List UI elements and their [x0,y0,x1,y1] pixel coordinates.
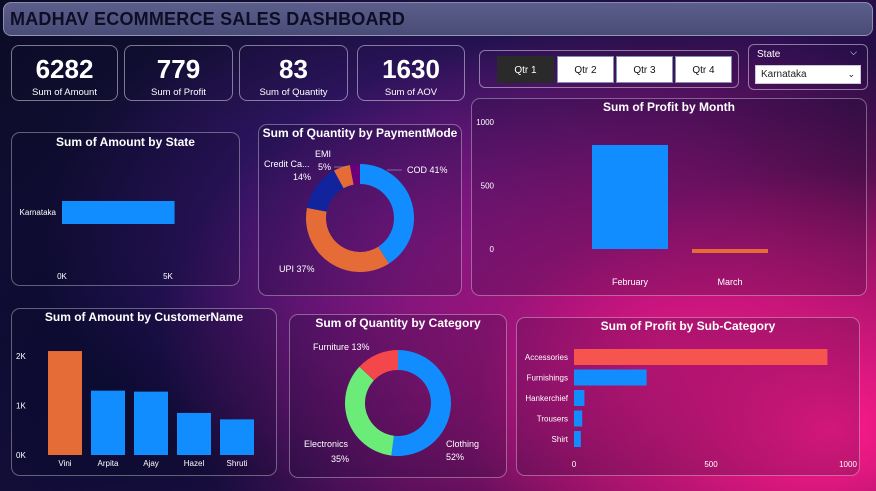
x-tick-label: Shruti [227,459,248,468]
y-tick-label: 1000 [476,118,494,127]
chart-amount-by-customer: Sum of Amount by CustomerName 2K 1K 0K Vini… [11,308,277,476]
slice-label-emi-pct: 5% [318,162,331,172]
x-tick-label: 0 [572,460,577,469]
x-tick-label: 1000 [839,460,857,469]
kpi-value: 779 [156,54,201,84]
bar [134,391,168,455]
kpi-card-aov: 1630 Sum of AOV [357,45,465,101]
bar [91,390,125,455]
kpi-label: Sum of Profit [151,87,206,98]
kpi-value: 1630 [382,54,440,84]
donut-slice [306,207,389,272]
bar [574,349,828,365]
state-slicer-title: State [757,49,781,60]
slice-label-emi: EMI [315,149,331,159]
kpi-label: Sum of Quantity [259,87,328,98]
slice-label-credit: Credit Ca... [264,159,310,169]
category-label: Hankerchief [525,394,568,403]
x-tick-label: 500 [704,460,718,469]
slice-label-clothing-pct: 52% [446,452,464,462]
amount-by-state-svg: Karnataka 0K 5K [20,201,175,281]
bar [574,390,585,406]
kpi-card-quantity: 83 Sum of Quantity [239,45,348,101]
bar [220,419,254,455]
quarter-slicer: Qtr 1 Qtr 2 Qtr 3 Qtr 4 [479,50,739,88]
bar [177,412,211,455]
slice-label-furniture: Furniture 13% [313,342,370,352]
bar [574,369,647,386]
bar [48,351,82,455]
qtr-4-button[interactable]: Qtr 4 [675,56,732,83]
state-dropdown-value: Karnataka [761,69,807,80]
qtr-2-button[interactable]: Qtr 2 [557,56,614,83]
dashboard-header: MADHAV ECOMMERCE SALES DASHBOARD [3,2,873,36]
kpi-value: 6282 [35,54,94,84]
profit-by-month-svg: 1000 500 0 February March [476,118,768,287]
donut-slice [345,366,394,456]
category-donut-svg: Furniture 13% Clothing 52% Electronics 35% [304,342,479,464]
slice-label-cod: COD 41% [407,165,448,175]
category-label: Accessories [525,353,568,362]
donut-slice [360,164,414,264]
chart-amount-by-state: Sum of Amount by State Karnataka 0K 5K [11,132,240,286]
chart-profit-by-subcategory: Sum of Profit by Sub-Category Accessorie… [516,317,860,476]
y-tick-label: 1K [16,402,26,411]
slice-label-electronics: Electronics [304,439,349,449]
y-tick-label: 2K [16,352,26,361]
chart-profit-by-month: Sum of Profit by Month 1000 500 0 February M… [471,98,867,296]
category-label: Karnataka [20,208,57,217]
x-tick-label: 0K [57,272,67,281]
slice-label-clothing: Clothing [446,439,479,449]
x-tick-label: Vini [58,459,71,468]
category-label: Trousers [537,415,568,424]
x-tick-label: February [612,277,649,287]
x-tick-label: Arpita [98,459,119,468]
kpi-label: Sum of Amount [32,87,97,98]
chart-quantity-by-category: Sum of Quantity by Category Furniture 13… [289,314,507,478]
kpi-label: Sum of AOV [384,87,438,98]
paymentmode-donut-svg: COD 41% UPI 37% Credit Ca... 14% EMI 5% [264,149,448,274]
chevron-up-icon[interactable]: ⌵ [850,48,857,58]
kpi-card-amount: 6282 Sum of Amount [11,45,118,101]
y-tick-label: 0K [16,451,26,460]
x-tick-label: 5K [163,272,173,281]
x-tick-label: Ajay [143,459,159,468]
bar [62,201,175,224]
amount-by-customer-svg: 2K 1K 0K Vini Arpita Ajay Hazel Shruti [16,351,254,468]
x-tick-label: Hazel [184,459,205,468]
slice-label-upi: UPI 37% [279,264,315,274]
bar [574,431,581,447]
y-tick-label: 500 [481,182,495,191]
bar [592,144,668,249]
state-slicer: State ⌵ Karnataka ⌄ [748,44,868,90]
category-label: Shirt [552,435,569,444]
bar [574,410,583,427]
kpi-value: 83 [279,54,308,84]
slice-label-electronics-pct: 35% [331,454,349,464]
slice-label-credit-pct: 14% [293,172,311,182]
kpi-card-profit: 779 Sum of Profit [124,45,233,101]
chart-quantity-by-paymentmode: Sum of Quantity by PaymentMode COD 41% UP… [258,124,462,296]
x-tick-label: March [717,277,742,287]
dashboard-title: MADHAV ECOMMERCE SALES DASHBOARD [10,9,406,29]
category-label: Furnishings [527,374,568,383]
donut-slice [391,350,451,456]
y-tick-label: 0 [490,245,495,254]
chevron-down-icon: ⌄ [847,69,855,79]
qtr-3-button[interactable]: Qtr 3 [616,56,673,83]
bar [692,249,768,253]
qtr-1-button[interactable]: Qtr 1 [497,56,554,83]
state-dropdown[interactable]: Karnataka ⌄ [755,65,861,84]
profit-by-subcategory-svg: Accessories Furnishings Hankerchief Trouser… [525,349,857,469]
